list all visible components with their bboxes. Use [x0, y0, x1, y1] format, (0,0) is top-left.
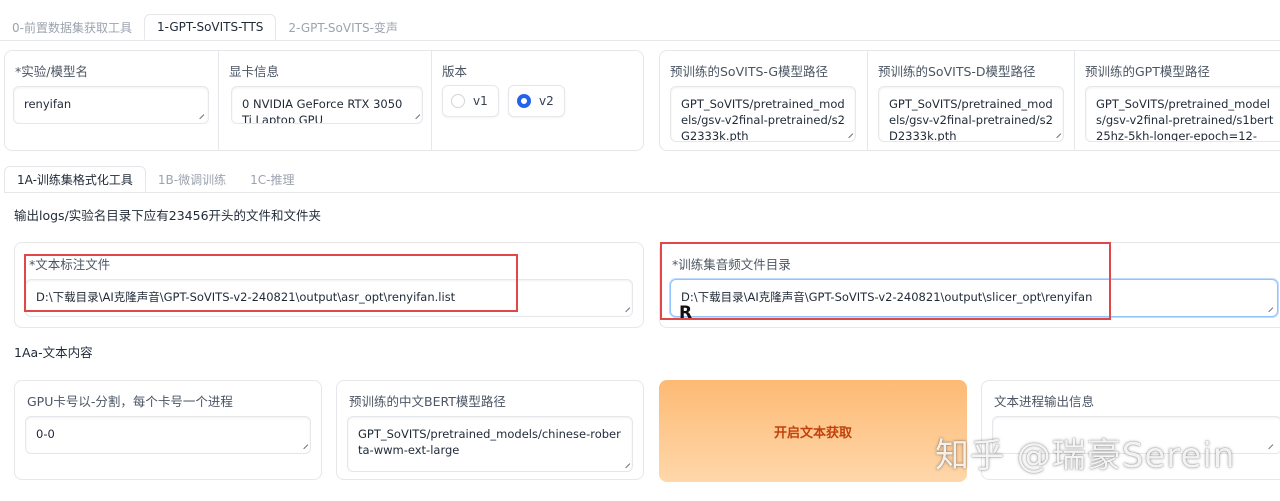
highlight-box-audio-dir — [660, 242, 1111, 320]
sovits-g-label: 预训练的SoVITS-G模型路径 — [670, 64, 829, 79]
sovits-g-input[interactable]: GPT_SoVITS/pretrained_models/gsv-v2final… — [670, 86, 856, 142]
tab-finetune[interactable]: 1B-微调训练 — [146, 166, 238, 192]
format-hint: 输出logs/实验名目录下应有23456开头的文件和文件夹 — [14, 208, 322, 223]
top-tab-divider — [0, 40, 1280, 41]
gpu-split-label: GPU卡号以-分割，每个卡号一个进程 — [27, 394, 233, 409]
highlight-box-text-file — [24, 254, 518, 312]
bert-card: 预训练的中文BERT模型路径 GPT_SoVITS/pretrained_mod… — [336, 380, 644, 480]
radio-unchecked-icon — [451, 94, 465, 108]
tab-voice-change[interactable]: 2-GPT-SoVITS-变声 — [276, 14, 409, 40]
gpu-info-input[interactable]: 0 NVIDIA GeForce RTX 3050 Ti Laptop GPU — [231, 86, 423, 124]
version-v2-label: v2 — [539, 94, 554, 108]
radio-checked-icon — [517, 94, 531, 108]
gpu-info-label: 显卡信息 — [229, 64, 280, 79]
version-v1-label: v1 — [473, 94, 488, 108]
gpt-input[interactable]: GPT_SoVITS/pretrained_models/gsv-v2final… — [1085, 86, 1280, 142]
tab-dataset-tools[interactable]: 0-前置数据集获取工具 — [0, 14, 144, 40]
sovits-d-input[interactable]: GPT_SoVITS/pretrained_models/gsv-v2final… — [878, 86, 1064, 142]
tab-tts[interactable]: 1-GPT-SoVITS-TTS — [143, 14, 277, 40]
sovits-d-label: 预训练的SoVITS-D模型路径 — [878, 64, 1036, 79]
sovits-g-cell: 预训练的SoVITS-G模型路径 GPT_SoVITS/pretrained_m… — [660, 51, 867, 150]
start-text-extraction-button[interactable]: 开启文本获取 — [659, 380, 967, 482]
watermark-text: 知乎 @瑞豪Serein — [935, 436, 1236, 476]
version-cell: 版本 v1 v2 — [431, 51, 645, 150]
top-tab-bar: 0-前置数据集获取工具 1-GPT-SoVITS-TTS 2-GPT-SoVIT… — [0, 14, 410, 40]
tab-format-tool[interactable]: 1A-训练集格式化工具 — [4, 166, 146, 192]
gpu-split-input[interactable]: 0-0 — [25, 416, 311, 454]
version-radio-v1[interactable]: v1 — [442, 85, 499, 117]
output-info-label: 文本进程输出信息 — [994, 394, 1095, 409]
sub-tab-bar: 1A-训练集格式化工具 1B-微调训练 1C-推理 — [4, 166, 306, 192]
exp-name-cell: *实验/模型名 renyifan — [5, 51, 218, 150]
bert-input[interactable]: GPT_SoVITS/pretrained_models/chinese-rob… — [347, 416, 633, 472]
gpu-split-card: GPU卡号以-分割，每个卡号一个进程 0-0 — [14, 380, 322, 480]
exp-name-label: *实验/模型名 — [15, 64, 88, 79]
sovits-d-cell: 预训练的SoVITS-D模型路径 GPT_SoVITS/pretrained_m… — [867, 51, 1074, 150]
text-cursor-icon: R — [679, 303, 693, 323]
config-card-right: 预训练的SoVITS-G模型路径 GPT_SoVITS/pretrained_m… — [659, 50, 1280, 151]
section-title: 1Aa-文本内容 — [14, 345, 93, 360]
gpu-info-cell: 显卡信息 0 NVIDIA GeForce RTX 3050 Ti Laptop… — [218, 51, 431, 150]
gpt-cell: 预训练的GPT模型路径 GPT_SoVITS/pretrained_models… — [1074, 51, 1280, 150]
bert-label: 预训练的中文BERT模型路径 — [349, 394, 506, 409]
sub-tab-divider — [4, 192, 1280, 193]
version-label: 版本 — [442, 64, 468, 79]
gpt-label: 预训练的GPT模型路径 — [1085, 64, 1210, 79]
exp-name-input[interactable]: renyifan — [13, 86, 209, 124]
version-radio-v2[interactable]: v2 — [508, 85, 565, 117]
tab-inference[interactable]: 1C-推理 — [238, 166, 306, 192]
config-card-left: *实验/模型名 renyifan 显卡信息 0 NVIDIA GeForce R… — [4, 50, 644, 151]
